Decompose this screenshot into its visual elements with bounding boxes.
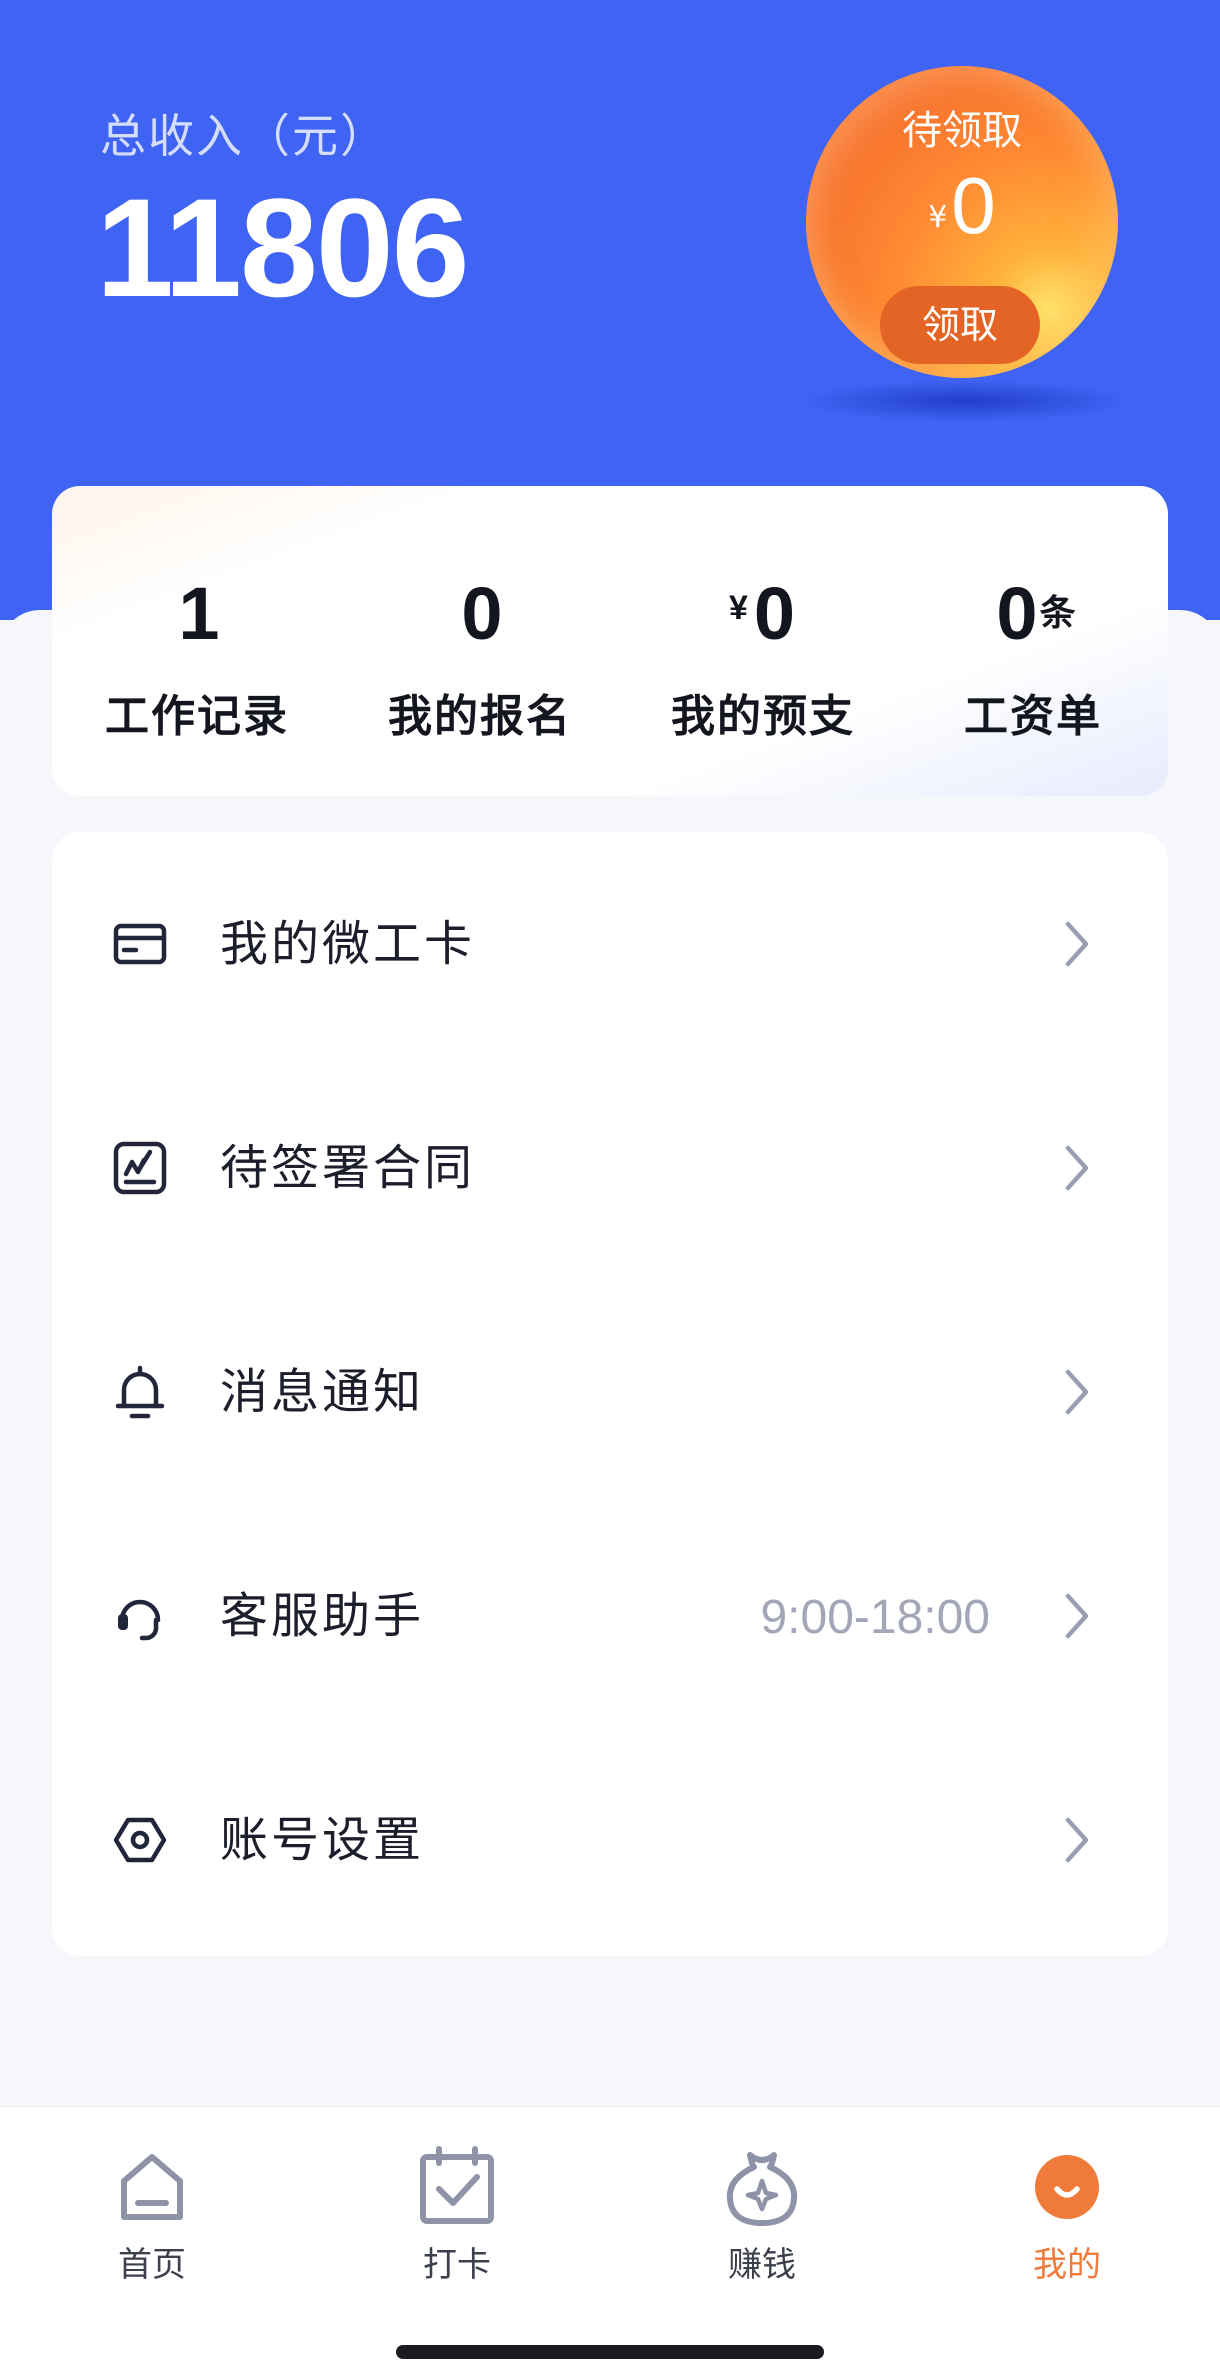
menu-item-pending-contracts[interactable]: 待签署合同	[52, 1056, 1168, 1280]
menu-item-account-settings[interactable]: 账号设置	[52, 1728, 1168, 1952]
bottom-tab-bar: 首页 打卡 赚钱 我的	[0, 2106, 1220, 2379]
stat-label: 工作记录	[105, 691, 289, 742]
bell-icon	[115, 1365, 165, 1419]
stat-value: 0	[355, 568, 605, 654]
chevron-right-icon	[1065, 1593, 1089, 1639]
claim-button[interactable]: 领取	[880, 286, 1040, 364]
reward-orb[interactable]: 待领取 ¥0 领取	[806, 66, 1118, 378]
tab-label: 首页	[118, 2245, 186, 2285]
stat-value: 0条	[908, 568, 1158, 654]
total-income-label: 总收入（元）	[100, 109, 388, 163]
chevron-right-icon	[1065, 1145, 1089, 1191]
tab-home[interactable]: 首页	[52, 2145, 252, 2286]
reward-amount-value: 0	[951, 161, 996, 250]
tab-label: 打卡	[423, 2245, 491, 2285]
tab-label: 赚钱	[728, 2245, 796, 2285]
menu-item-work-card[interactable]: 我的微工卡	[52, 832, 1168, 1056]
card-icon	[113, 923, 167, 965]
stat-number: 0	[996, 572, 1038, 655]
stats-card: 1 工作记录 0 我的报名 ¥0 我的预支 0条 工资单	[52, 486, 1168, 796]
settings-icon	[113, 1817, 167, 1863]
money-bag-icon	[726, 2152, 798, 2226]
menu-item-customer-service[interactable]: 客服助手 9:00-18:00	[52, 1504, 1168, 1728]
menu-item-label: 账号设置	[220, 1812, 425, 1868]
reward-currency-symbol: ¥	[928, 200, 948, 235]
stat-my-advance[interactable]: ¥0 我的预支	[638, 568, 888, 744]
signature-icon	[113, 1141, 167, 1195]
checkin-calendar-icon	[420, 2146, 494, 2224]
tab-mine[interactable]: 我的	[967, 2145, 1167, 2286]
headset-icon	[118, 1599, 161, 1641]
tab-earn[interactable]: 赚钱	[662, 2145, 862, 2286]
menu-card: 我的微工卡 待签署合同 消息通知 客服助手 9:00-18:00 账号设置	[52, 832, 1168, 1956]
chevron-right-icon	[1065, 1369, 1089, 1415]
home-indicator[interactable]	[396, 2345, 824, 2359]
tab-checkin[interactable]: 打卡	[357, 2145, 557, 2286]
chevron-right-icon	[1065, 1817, 1089, 1863]
stat-work-records[interactable]: 1 工作记录	[72, 568, 322, 744]
stat-number: 1	[178, 572, 220, 655]
tab-label: 我的	[1033, 2245, 1101, 2285]
stat-number: 0	[461, 572, 503, 655]
stat-prefix: ¥	[728, 589, 748, 627]
menu-item-label: 消息通知	[220, 1364, 425, 1420]
menu-item-label: 待签署合同	[220, 1140, 476, 1196]
reward-orb-amount: ¥0	[806, 166, 1118, 246]
total-income-value: 11806	[96, 169, 470, 326]
stat-value: ¥0	[638, 568, 888, 654]
stat-my-signups[interactable]: 0 我的报名	[355, 568, 605, 744]
stat-label: 我的预支	[671, 691, 855, 742]
profile-face-icon	[1035, 2155, 1099, 2219]
stat-value: 1	[72, 568, 322, 654]
menu-item-label: 客服助手	[220, 1588, 425, 1644]
stat-payslips[interactable]: 0条 工资单	[908, 568, 1158, 744]
menu-item-notifications[interactable]: 消息通知	[52, 1280, 1168, 1504]
stat-suffix: 条	[1039, 593, 1076, 634]
home-icon	[121, 2154, 183, 2220]
menu-item-label: 我的微工卡	[220, 916, 476, 972]
service-hours: 9:00-18:00	[760, 1591, 990, 1644]
stat-number: 0	[753, 572, 796, 655]
stat-label: 我的报名	[388, 691, 572, 742]
stat-label: 工资单	[964, 691, 1102, 742]
reward-orb-title: 待领取	[902, 108, 1022, 154]
chevron-right-icon	[1065, 921, 1089, 967]
reward-orb-shadow	[800, 380, 1130, 422]
